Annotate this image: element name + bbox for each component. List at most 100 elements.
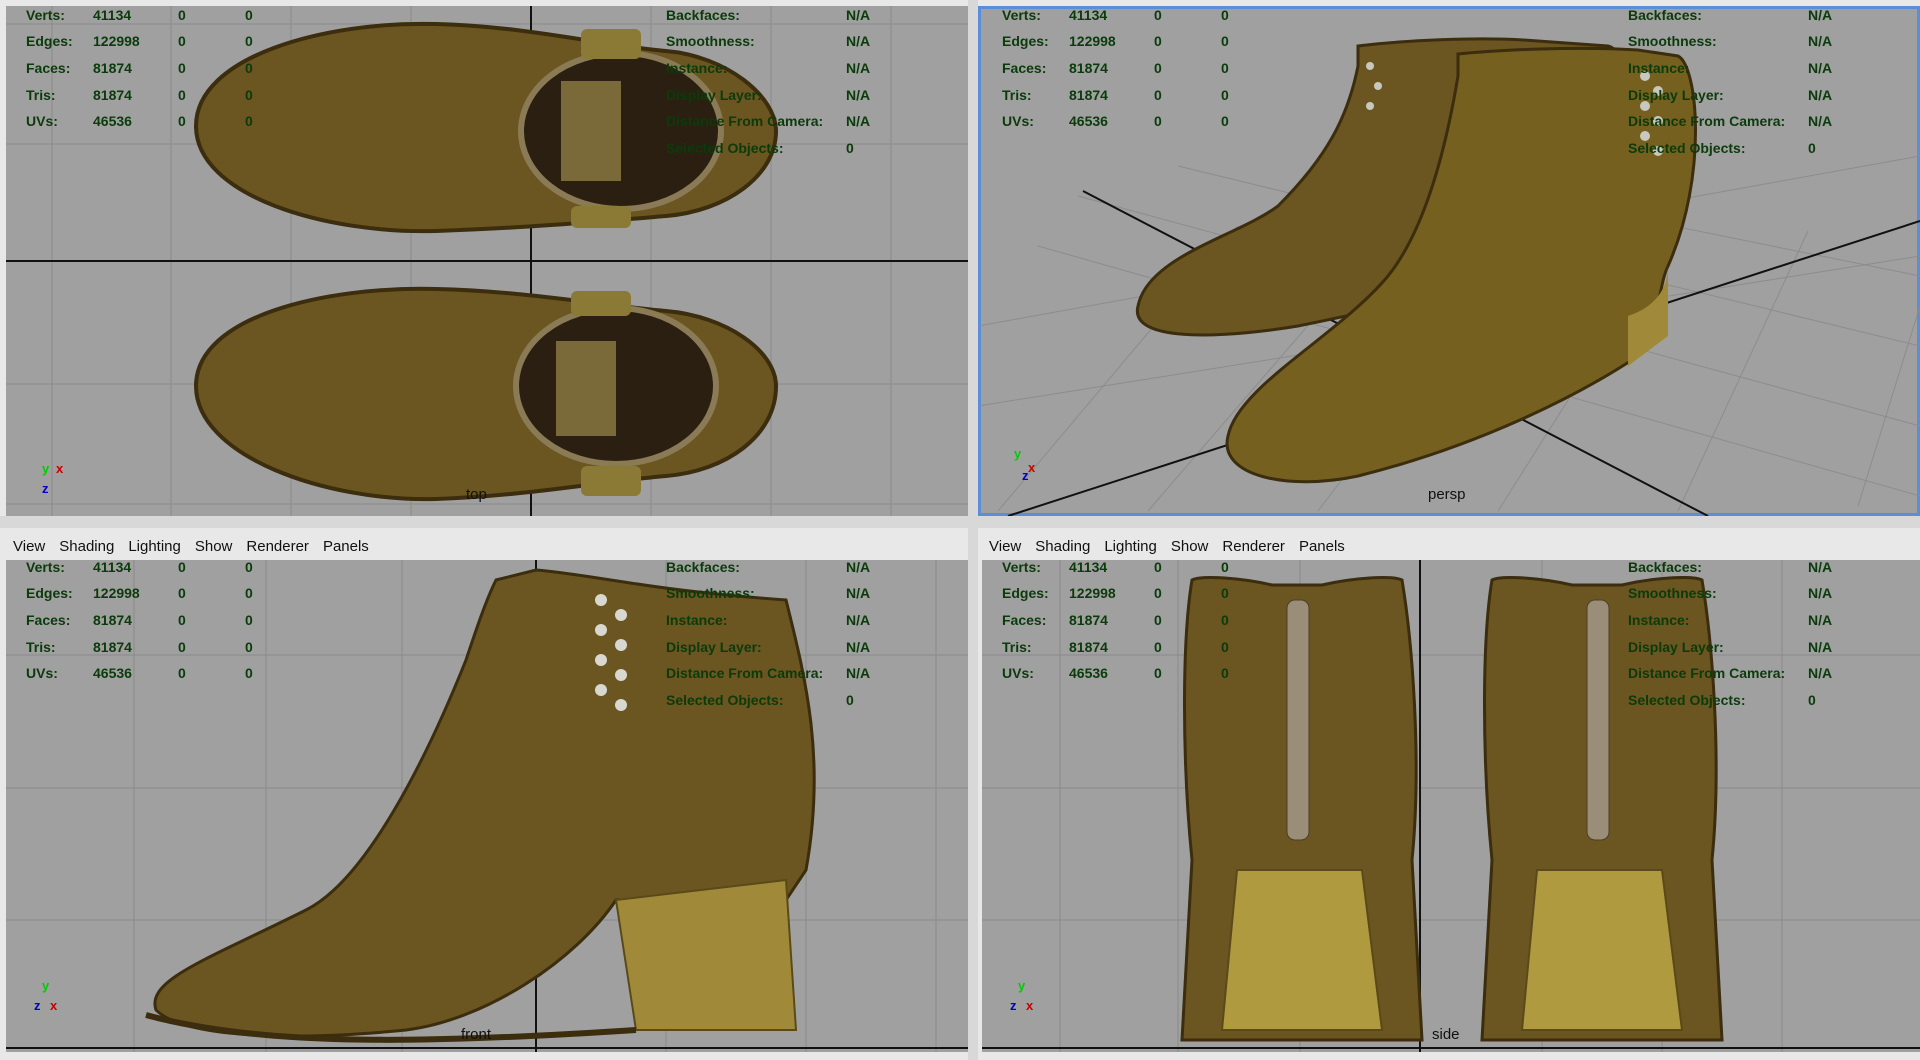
hud-label: Display Layer: (666, 87, 762, 103)
hud-label: Smoothness: (1628, 585, 1717, 601)
menu-panels[interactable]: Panels (316, 538, 376, 555)
camera-name-label: front (461, 1026, 492, 1043)
hud-value: 0 (1154, 639, 1162, 655)
hud-label: Distance From Camera: (1628, 113, 1786, 129)
hud-label: Backfaces: (666, 560, 740, 575)
hud-value: N/A (1808, 665, 1833, 681)
hud-value: N/A (846, 60, 871, 76)
hud-value: 0 (178, 60, 186, 76)
hud-label: Verts: (26, 7, 65, 23)
hud-value: N/A (846, 87, 871, 103)
hud-value: N/A (1808, 612, 1833, 628)
hud-value: 0 (245, 585, 253, 601)
hud-value: 0 (245, 639, 253, 655)
hud-value: 122998 (93, 585, 140, 601)
hud-value: 0 (178, 87, 186, 103)
panel-menubar-side: View Shading Lighting Show Renderer Pane… (982, 532, 1920, 560)
camera-name-label: side (1432, 1026, 1460, 1043)
camera-name-label: persp (1428, 486, 1466, 503)
hud-value: 0 (1154, 60, 1162, 76)
hud-value: N/A (1808, 7, 1833, 23)
hud-value: 0 (1221, 113, 1229, 129)
hud-value: 0 (1808, 140, 1816, 156)
menu-shading[interactable]: Shading (1028, 538, 1097, 555)
menu-panels[interactable]: Panels (1292, 538, 1352, 555)
menu-view[interactable]: View (6, 538, 52, 555)
hud-value: 122998 (1069, 33, 1116, 49)
axis-gizmo-icon: y x z (42, 461, 64, 496)
hud-label: Edges: (26, 33, 73, 49)
hud-label: Tris: (1002, 87, 1032, 103)
hud-object-details: Backfaces: N/A Smoothness: N/A Instance: N/… (666, 7, 926, 167)
hud-value: 46536 (93, 665, 132, 681)
pane-divider-horizontal[interactable] (0, 516, 1920, 528)
hud-value: N/A (846, 33, 871, 49)
viewport-front[interactable]: Verts: 41134 0 0 Edges: 122998 0 0 Faces: 81874… (6, 560, 968, 1052)
hud-label: Selected Objects: (1628, 140, 1746, 156)
hud-label: Distance From Camera: (1628, 665, 1786, 681)
hud-value: 41134 (93, 560, 132, 575)
hud-value: N/A (1808, 33, 1833, 49)
hud-value: N/A (1808, 113, 1833, 129)
hud-value: 0 (245, 33, 253, 49)
menu-lighting[interactable]: Lighting (121, 538, 188, 555)
hud-label: Faces: (1002, 612, 1047, 628)
hud-value: 0 (1154, 612, 1162, 628)
hud-value: 122998 (1069, 585, 1116, 601)
hud-value: 0 (1154, 585, 1162, 601)
hud-value: N/A (1808, 639, 1833, 655)
hud-label: UVs: (1002, 665, 1034, 681)
hud-value: N/A (846, 639, 871, 655)
menu-show[interactable]: Show (1164, 538, 1216, 555)
menu-lighting[interactable]: Lighting (1097, 538, 1164, 555)
hud-value: 0 (1221, 33, 1229, 49)
hud-label: Smoothness: (666, 33, 755, 49)
panel-menubar-front: View Shading Lighting Show Renderer Pane… (6, 532, 968, 560)
hud-value: 0 (846, 692, 854, 708)
hud-value: 81874 (93, 87, 132, 103)
pane-divider-vertical[interactable] (968, 0, 978, 1060)
hud-label: Selected Objects: (666, 140, 784, 156)
hud-value: 0 (245, 87, 253, 103)
hud-label: UVs: (1002, 113, 1034, 129)
camera-name-label: top (466, 486, 487, 503)
menu-renderer[interactable]: Renderer (239, 538, 316, 555)
hud-value: 46536 (1069, 665, 1108, 681)
viewport-top[interactable]: Verts: 41134 0 0 Edges: 122998 0 0 Faces: 81874… (6, 6, 968, 516)
hud-poly-count: Verts: 41134 0 0 Edges: 122998 0 0 Faces: 81874… (1002, 7, 1262, 137)
menu-view[interactable]: View (982, 538, 1028, 555)
hud-label: Verts: (26, 560, 65, 575)
hud-poly-count: Verts: 41134 0 0 Edges: 122998 0 0 Faces: 81874… (26, 560, 286, 689)
hud-value: N/A (846, 560, 871, 575)
hud-label: Tris: (1002, 639, 1032, 655)
hud-label: UVs: (26, 665, 58, 681)
hud-value: 0 (1154, 7, 1162, 23)
hud-value: 0 (1221, 665, 1229, 681)
hud-label: Smoothness: (1628, 33, 1717, 49)
hud-object-details: Backfaces: N/A Smoothness: N/A Instance: N/… (666, 560, 926, 719)
hud-label: Instance: (666, 612, 728, 628)
hud-value: 0 (178, 585, 186, 601)
hud-object-details: Backfaces: N/A Smoothness: N/A Instance: N/… (1628, 7, 1898, 167)
menu-show[interactable]: Show (188, 538, 240, 555)
menu-renderer[interactable]: Renderer (1215, 538, 1292, 555)
viewport-persp[interactable]: Verts: 41134 0 0 Edges: 122998 0 0 Faces: 81874… (978, 6, 1920, 516)
hud-value: 0 (1221, 87, 1229, 103)
hud-value: 0 (245, 665, 253, 681)
hud-value: 0 (1154, 560, 1162, 575)
hud-value: 46536 (1069, 113, 1108, 129)
hud-label: Instance: (666, 60, 728, 76)
hud-label: Tris: (26, 639, 56, 655)
hud-value: 122998 (93, 33, 140, 49)
hud-value: 0 (1221, 639, 1229, 655)
hud-label: Display Layer: (1628, 639, 1724, 655)
viewport-side[interactable]: Verts: 41134 0 0 Edges: 122998 0 0 Faces: 81874… (982, 560, 1920, 1052)
hud-value: N/A (846, 612, 871, 628)
hud-label: Faces: (26, 60, 71, 76)
hud-value: 81874 (1069, 60, 1108, 76)
hud-value: 0 (178, 612, 186, 628)
hud-value: 0 (846, 140, 854, 156)
hud-value: 46536 (93, 113, 132, 129)
axis-gizmo-icon: y z x (1010, 978, 1034, 1013)
menu-shading[interactable]: Shading (52, 538, 121, 555)
